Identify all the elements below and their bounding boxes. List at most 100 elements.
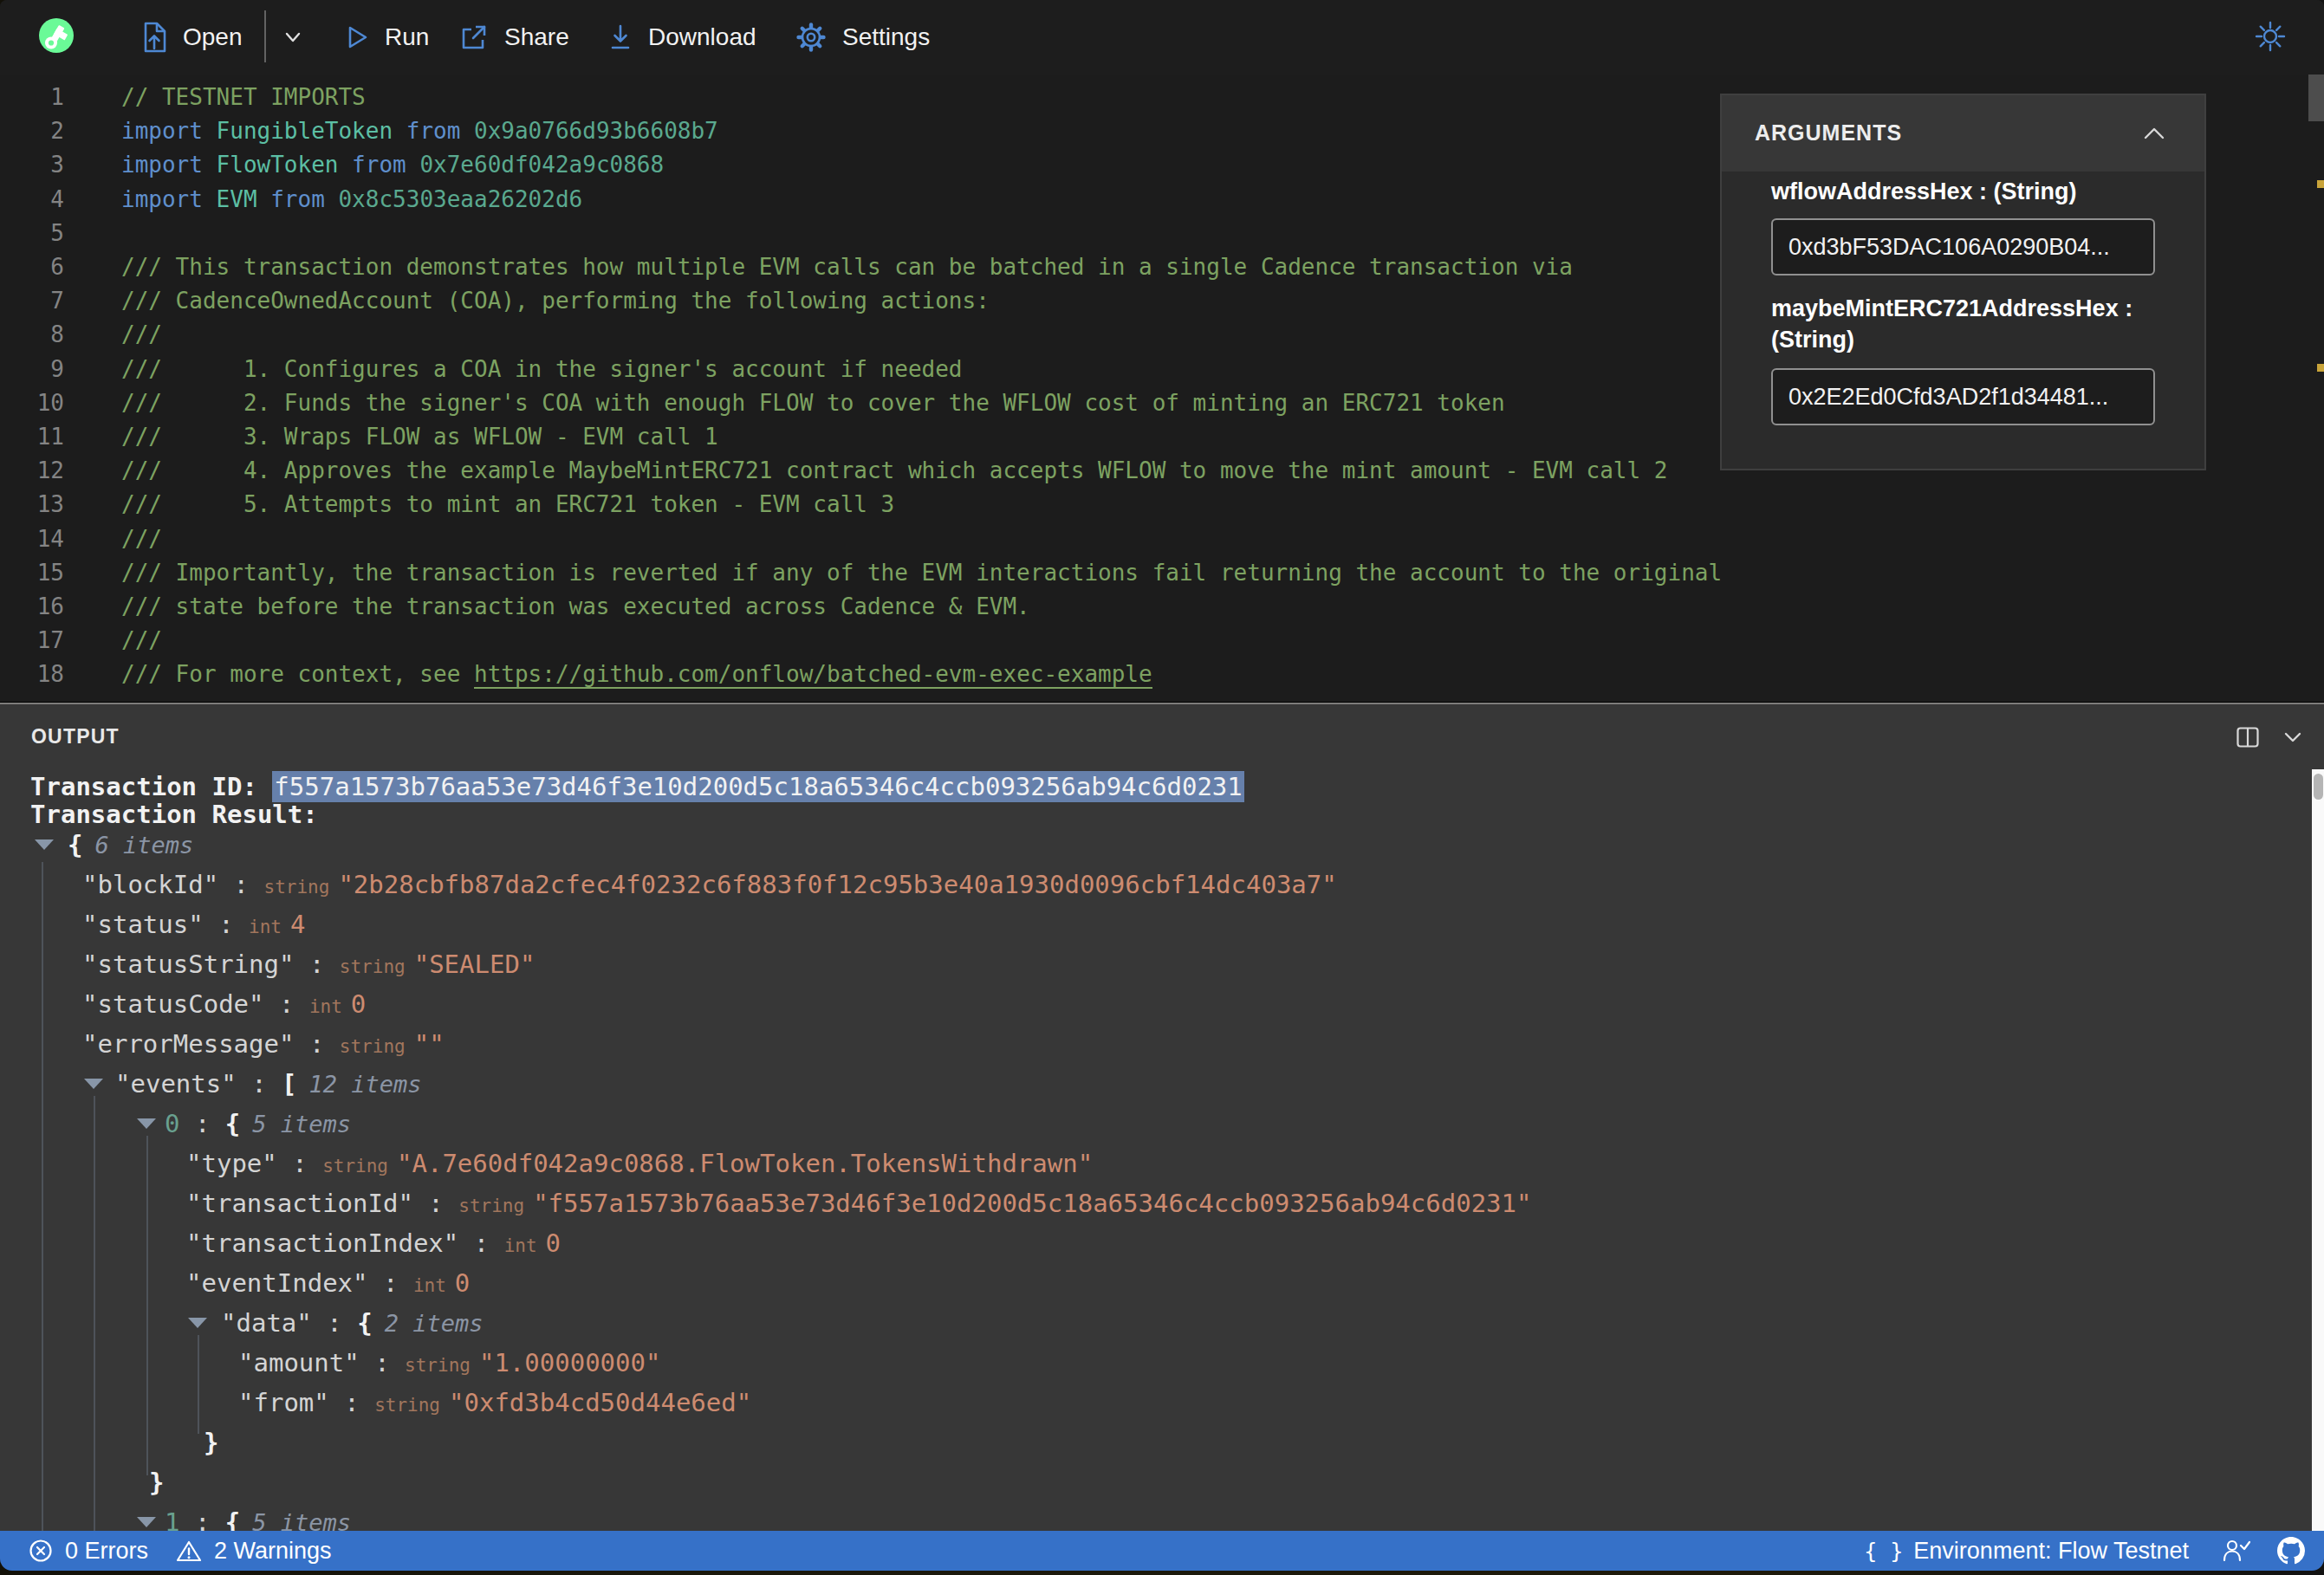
share-icon <box>459 23 489 52</box>
warning-mark <box>2317 364 2324 372</box>
tree-collapse-triangle[interactable] <box>84 1079 103 1089</box>
arg-label-maybemint: maybeMintERC721AddressHex : (String) <box>1771 294 2156 355</box>
run-button[interactable]: Run <box>347 0 429 75</box>
tree-collapse-triangle[interactable] <box>35 839 54 850</box>
json-tree-row: "data" : {2 items <box>0 1303 2310 1343</box>
json-tree-row: } <box>0 1423 2310 1462</box>
run-label: Run <box>385 23 429 51</box>
line-number: 9 <box>0 353 64 386</box>
open-dropdown-button[interactable] <box>280 0 306 75</box>
code-text: /// state before the transaction was exe… <box>121 590 1030 624</box>
code-text: import FlowToken from 0x7e60df042a9c0868 <box>121 148 664 182</box>
transaction-id-value[interactable]: f557a1573b76aa53e73d46f3e10d200d5c18a653… <box>272 771 1243 802</box>
json-tree-row: "statusCode" : int0 <box>0 984 2310 1024</box>
code-text: /// 3. Wraps FLOW as WFLOW - EVM call 1 <box>121 420 718 454</box>
errors-count[interactable]: 0 Errors <box>65 1538 148 1565</box>
json-tree-row: "transactionId" : string"f557a1573b76aa5… <box>0 1183 2310 1223</box>
arguments-title: ARGUMENTS <box>1755 120 1902 146</box>
open-button[interactable]: Open <box>141 0 243 75</box>
line-number: 11 <box>0 420 64 454</box>
output-collapse-chevron-icon[interactable] <box>2282 729 2303 746</box>
share-button[interactable]: Share <box>459 0 569 75</box>
json-tree-row: "status" : int4 <box>0 904 2310 944</box>
json-tree-row: "type" : string"A.7e60df042a9c0868.FlowT… <box>0 1144 2310 1183</box>
code-line-15: 15/// Importantly, the transaction is re… <box>0 556 2324 591</box>
line-number: 1 <box>0 81 64 114</box>
transaction-id-label: Transaction ID: <box>30 772 272 801</box>
code-text: /// 2. Funds the signer's COA with enoug… <box>121 386 1505 420</box>
json-tree-row: "statusString" : string"SEALED" <box>0 944 2310 984</box>
line-number: 18 <box>0 658 64 691</box>
download-button[interactable]: Download <box>608 0 756 75</box>
json-tree-row: "events" : [12 items <box>0 1064 2310 1104</box>
toolbar: Open Run Share Dow <box>0 0 2324 75</box>
editor-scrollbar-thumb[interactable] <box>2308 75 2324 121</box>
code-text: /// <box>121 522 162 556</box>
line-number: 2 <box>0 114 64 148</box>
split-panel-icon[interactable] <box>2236 727 2259 748</box>
code-text: /// CadenceOwnedAccount (COA), performin… <box>121 284 990 318</box>
arguments-panel-header[interactable]: ARGUMENTS <box>1722 95 2204 172</box>
code-text: /// 1. Configures a COA in the signer's … <box>121 353 963 386</box>
open-file-icon <box>141 22 167 53</box>
status-bar: 0 Errors 2 Warnings { } Environment: Flo… <box>0 1531 2324 1571</box>
line-number: 12 <box>0 454 64 488</box>
json-tree-row: "blockId" : string"2b28cbfb87da2cfec4f02… <box>0 865 2310 904</box>
chevron-up-icon[interactable] <box>2139 123 2170 144</box>
json-tree-row: "errorMessage" : string"" <box>0 1024 2310 1064</box>
code-text: /// This transaction demonstrates how mu… <box>121 250 1573 284</box>
code-text: /// For more context, see https://github… <box>121 658 1152 691</box>
tree-collapse-triangle[interactable] <box>137 1118 156 1129</box>
settings-label: Settings <box>842 23 930 51</box>
open-label: Open <box>183 23 243 51</box>
theme-toggle-sun-icon[interactable] <box>2251 17 2289 55</box>
json-tree-row: 1 : {5 items <box>0 1502 2310 1531</box>
github-icon[interactable] <box>2277 1537 2305 1565</box>
settings-button[interactable]: Settings <box>795 0 930 75</box>
indent-guide <box>198 1335 199 1434</box>
code-line-17: 17/// <box>0 624 2324 658</box>
code-line-18: 18 /// For more context, see https://gith… <box>0 658 2324 692</box>
code-text: /// 4. Approves the example MaybeMintERC… <box>121 454 1667 488</box>
code-line-13: 13 /// 5. Attempts to mint an ERC721 toke… <box>0 488 2324 522</box>
line-number: 6 <box>0 250 64 284</box>
code-text: // TESTNET IMPORTS <box>121 81 366 114</box>
warning-mark <box>2317 180 2324 188</box>
line-number: 17 <box>0 624 64 658</box>
arg-input-wflow[interactable]: 0xd3bF53DAC106A0290B04... <box>1771 218 2155 275</box>
warnings-count[interactable]: 2 Warnings <box>214 1538 332 1565</box>
tree-collapse-triangle[interactable] <box>188 1318 207 1328</box>
line-number: 10 <box>0 386 64 420</box>
flow-logo-icon[interactable] <box>39 18 74 53</box>
arg-input-maybemint[interactable]: 0x2E2Ed0Cfd3AD2f1d34481... <box>1771 368 2155 425</box>
run-icon <box>347 25 369 49</box>
line-number: 13 <box>0 488 64 522</box>
tree-collapse-triangle[interactable] <box>137 1517 156 1527</box>
json-tree-row: } <box>0 1462 2310 1502</box>
arg-label-wflow: wflowAddressHex : (String) <box>1771 177 2156 208</box>
line-number: 8 <box>0 318 64 352</box>
transaction-id-line: Transaction ID: f557a1573b76aa53e73d46f3… <box>30 773 1244 801</box>
output-scrollbar-track[interactable] <box>2312 769 2324 1531</box>
output-title: OUTPUT <box>31 725 120 749</box>
download-label: Download <box>648 23 756 51</box>
indent-guide <box>94 1096 95 1531</box>
indent-guide <box>42 862 43 1531</box>
code-line-16: 16/// state before the transaction was e… <box>0 590 2324 625</box>
line-number: 4 <box>0 183 64 217</box>
code-text: /// Importantly, the transaction is reve… <box>121 556 1722 590</box>
toolbar-divider <box>264 10 266 62</box>
gear-icon <box>795 22 827 53</box>
line-number: 14 <box>0 522 64 556</box>
code-line-14: 14 /// <box>0 522 2324 557</box>
output-scrollbar-thumb[interactable] <box>2314 774 2323 800</box>
code-text: /// 5. Attempts to mint an ERC721 token … <box>121 488 894 522</box>
json-tree-row: "transactionIndex" : int0 <box>0 1223 2310 1263</box>
chevron-down-icon <box>280 26 306 49</box>
environment-label[interactable]: Environment: Flow Testnet <box>1913 1538 2189 1565</box>
app-window: Open Run Share Dow <box>0 0 2324 1571</box>
errors-icon <box>29 1539 53 1563</box>
feedback-person-icon[interactable] <box>2222 1538 2251 1564</box>
braces-icon: { } <box>1864 1539 1903 1564</box>
line-number: 7 <box>0 284 64 318</box>
